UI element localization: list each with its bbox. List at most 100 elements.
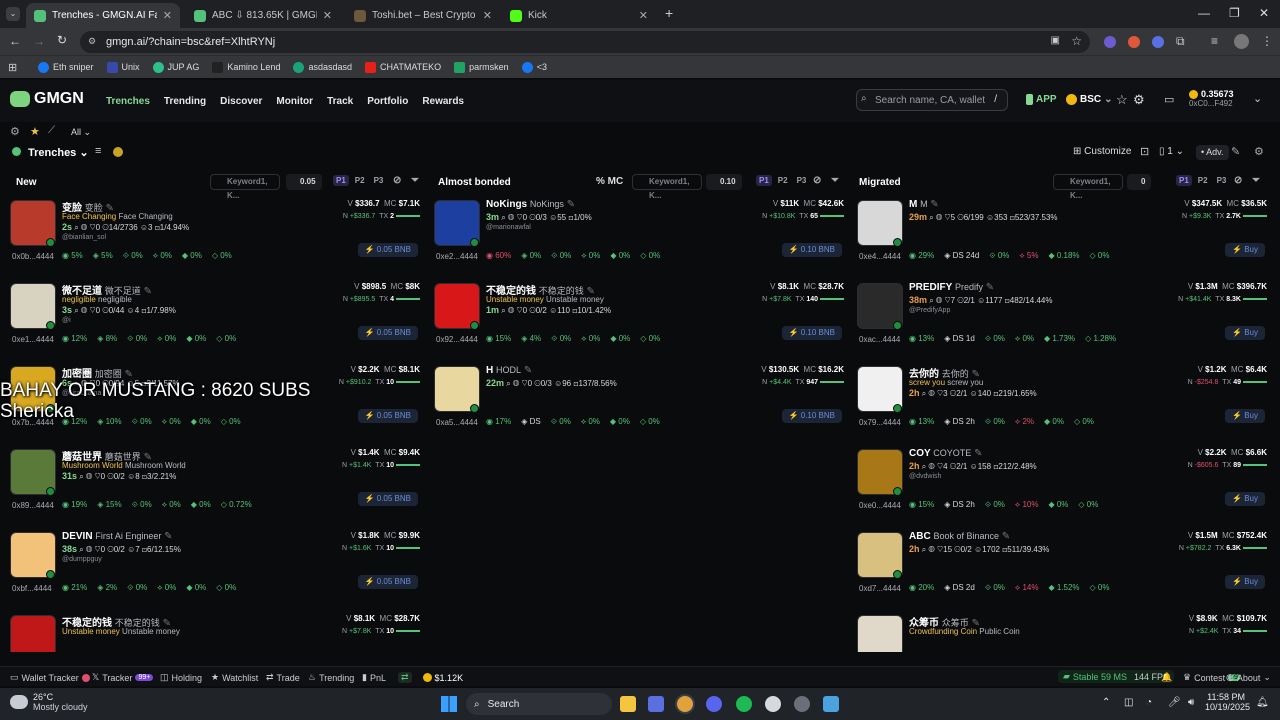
trending-button[interactable]: ♨ Trending	[308, 672, 354, 683]
nav-rewards[interactable]: Rewards	[422, 96, 464, 107]
quick-buy-amount[interactable]: 0.10	[706, 174, 742, 190]
quick-buy-button[interactable]: ⚡ Buy	[1225, 243, 1265, 257]
token-address[interactable]: 0xe1...4444	[12, 335, 54, 344]
token-address[interactable]: 0xbf...4444	[12, 584, 52, 593]
pause-icon[interactable]: ⊘	[1234, 175, 1242, 186]
window-close-icon[interactable]: ✕	[1259, 6, 1269, 20]
bookmark-parmsken[interactable]: parmsken	[454, 61, 509, 73]
list-view-icon[interactable]: ≡	[95, 145, 101, 157]
token-card[interactable]: 0xe4...4444 M M ✎ 29m ⌕ ◍ ♡5 ⚇6/199 ☺353 ⊡…	[853, 196, 1273, 279]
new-tab-icon[interactable]: +	[665, 5, 673, 21]
about-button[interactable]: ◍ About ⌄	[1226, 672, 1271, 683]
token-card[interactable]: 0x79...4444 去你的 去你的 ✎ screw you screw you 2…	[853, 362, 1273, 445]
quick-buy-button[interactable]: ⚡ 0.05 BNB	[357, 326, 418, 340]
chrome-icon[interactable]	[677, 696, 693, 712]
apps-grid-icon[interactable]: ⊞	[8, 61, 17, 74]
app-download-button[interactable]: APP	[1026, 94, 1057, 105]
app-icon[interactable]	[765, 696, 781, 712]
bookmark-star-icon[interactable]: ☆	[1071, 34, 1082, 48]
nav-monitor[interactable]: Monitor	[276, 96, 313, 107]
token-card[interactable]: 0xe2...4444 NoKings NoKings ✎ 3m ⌕ ◍ ♡0 ⚇0…	[430, 196, 850, 279]
cast-icon[interactable]: ▣	[1051, 35, 1060, 46]
browser-tab-1[interactable]: Trenches - GMGN.AI Fast Trading ✕	[26, 3, 180, 28]
token-handle[interactable]: @dumppguy	[62, 556, 102, 563]
volume-icon[interactable]: 🔊︎	[1188, 697, 1194, 708]
token-card[interactable]: 0xac...4444 PREDIFY Predify ✎ 38m ⌕ ◍ ♡7 ⚇…	[853, 279, 1273, 362]
wallet-tracker-button[interactable]: ▭ Wallet Tracker	[10, 672, 90, 683]
edit-pencil-icon[interactable]: ✎	[986, 282, 994, 293]
quick-buy-button[interactable]: ⚡ 0.05 BNB	[357, 492, 418, 506]
token-card[interactable]: 0xd7...4444 ABC Book of Binance ✎ 2h ⌕ ◍ ♡…	[853, 528, 1273, 611]
watchlist-button[interactable]: ★ Watchlist	[211, 672, 258, 683]
file-explorer-icon[interactable]	[620, 696, 636, 712]
token-handle[interactable]: @dvdwish	[909, 473, 941, 480]
notification-bell-icon[interactable]: 🔔	[1161, 672, 1172, 683]
preset-p1[interactable]: P1	[1176, 175, 1192, 186]
edit-pencil-icon[interactable]: ✎	[1231, 145, 1240, 158]
token-name[interactable]: DEVIN First Ai Engineer ✎	[62, 531, 173, 542]
notifications-icon[interactable]: 🔔︎	[1256, 697, 1269, 708]
column-count-selector[interactable]: ▯ 1 ⌄	[1159, 146, 1184, 157]
network-icon[interactable]: ◫	[1124, 697, 1133, 708]
quick-buy-button[interactable]: ⚡ 0.10 BNB	[781, 409, 842, 423]
sort-mc-toggle[interactable]: % MC	[596, 176, 623, 187]
keyword-filter-input[interactable]: Keyword1, K...	[1053, 174, 1123, 200]
discord-icon[interactable]	[706, 696, 722, 712]
reading-list-icon[interactable]: ≡	[1211, 34, 1218, 48]
filter-funnel-icon[interactable]: ⏷	[831, 175, 839, 186]
gmgn-logo[interactable]: GMGN	[10, 90, 84, 108]
settings-gear-icon[interactable]: ⚙	[1254, 145, 1264, 158]
preset-p1[interactable]: P1	[756, 175, 772, 186]
token-address[interactable]: 0xd7...4444	[859, 584, 901, 593]
edit-pencil-icon[interactable]: ✎	[524, 365, 532, 376]
keyword-filter-input[interactable]: Keyword1, K...	[632, 174, 702, 200]
token-name[interactable]: COY COYOTE ✎	[909, 448, 982, 459]
system-tray-chevron-icon[interactable]: ⌃	[1102, 697, 1110, 708]
tracker-button[interactable]: 𝕏 Tracker 99+	[92, 672, 154, 683]
nav-trenches[interactable]: Trenches	[106, 96, 150, 107]
reload-icon[interactable]: ↻	[57, 33, 67, 47]
trade-button[interactable]: ⇄ Trade	[266, 672, 300, 683]
token-card[interactable]: 0xe1...4444 微不足道 微不足道 ✎ negligible negligi…	[6, 279, 426, 362]
token-card[interactable]: 众筹币 众筹币 ✎ Crowdfunding Coin Public Coin V …	[853, 611, 1273, 652]
close-icon[interactable]: ✕	[323, 9, 332, 22]
token-name[interactable]: PREDIFY Predify ✎	[909, 282, 994, 293]
preset-p2[interactable]: P2	[775, 175, 791, 186]
app-icon[interactable]	[794, 696, 810, 712]
token-address[interactable]: 0xe2...4444	[436, 252, 478, 261]
token-card[interactable]: 0xbf...4444 DEVIN First Ai Engineer ✎ 38s …	[6, 528, 426, 611]
edit-pencil-icon[interactable]: ✎	[1002, 531, 1010, 542]
token-handle[interactable]: @PredifyApp	[909, 307, 950, 314]
bookmark-chatmateko[interactable]: CHATMATEKO	[365, 61, 441, 73]
token-address[interactable]: 0xac...4444	[859, 335, 900, 344]
bookmark-icon[interactable]: ⊡	[1140, 145, 1149, 158]
taskbar-search-box[interactable]: ⌕ Search	[466, 693, 612, 715]
bookmark-kamino-lend[interactable]: Kamino Lend	[212, 61, 280, 73]
bookmark-jup-ag[interactable]: JUP AG	[152, 61, 199, 73]
quick-buy-amount[interactable]: 0	[1127, 174, 1152, 190]
token-address[interactable]: 0xe0...4444	[859, 501, 901, 510]
quick-buy-button[interactable]: ⚡ 0.10 BNB	[781, 326, 842, 340]
quick-buy-button[interactable]: ⚡ 0.05 BNB	[357, 243, 418, 257]
site-info-icon[interactable]: ⚙	[88, 36, 96, 47]
quick-buy-button[interactable]: ⚡ Buy	[1225, 575, 1265, 589]
global-search-input[interactable]: ⌕ Search name, CA, wallet /	[856, 89, 1008, 111]
nav-discover[interactable]: Discover	[220, 96, 262, 107]
token-name[interactable]: ABC Book of Binance ✎	[909, 531, 1010, 542]
token-address[interactable]: 0xe4...4444	[859, 252, 901, 261]
browser-menu-icon[interactable]: ⋮	[1261, 34, 1273, 48]
clock[interactable]: 11:58 PM 10/19/2025	[1205, 692, 1250, 712]
favorites-star-icon[interactable]: ☆	[1116, 92, 1128, 108]
bookmark-eth-sniper[interactable]: Eth sniper	[38, 61, 94, 73]
browser-tab-3[interactable]: Toshi.bet – Best Crypto Casino ✕	[346, 3, 500, 28]
token-name[interactable]: NoKings NoKings ✎	[486, 199, 575, 210]
customize-button[interactable]: ⊞ Customize	[1073, 146, 1131, 157]
bookmark-unix[interactable]: Unix	[106, 61, 140, 73]
extensions-puzzle-icon[interactable]: ⧉	[1176, 34, 1185, 49]
close-icon[interactable]: ✕	[639, 9, 648, 22]
quick-buy-button[interactable]: ⚡ 0.05 BNB	[357, 409, 418, 423]
store-icon[interactable]	[648, 696, 664, 712]
back-icon[interactable]: ←	[9, 34, 21, 48]
chain-selector[interactable]: BSC ⌄	[1066, 94, 1113, 105]
filter-funnel-icon[interactable]: ⏷	[1252, 175, 1260, 186]
